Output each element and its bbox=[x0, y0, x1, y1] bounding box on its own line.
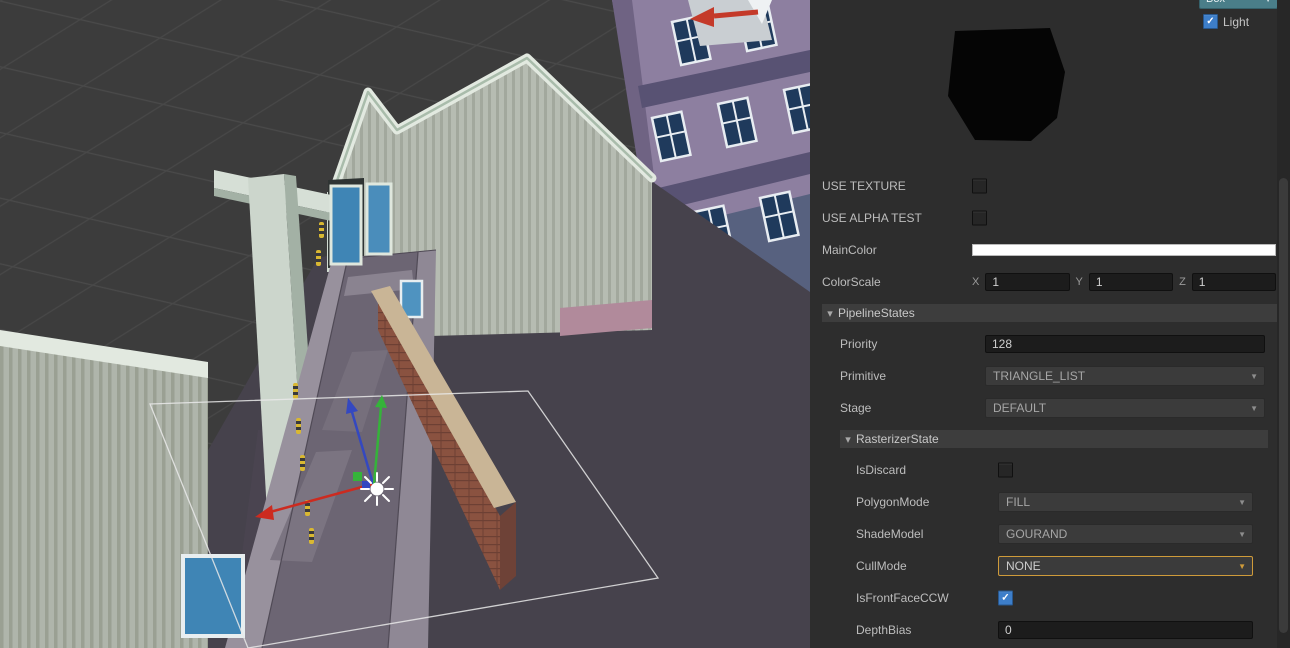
row-polygon-mode: PolygonMode FILL ▼ bbox=[810, 486, 1277, 518]
row-priority: Priority bbox=[810, 328, 1277, 360]
rooftop-gizmo bbox=[688, 0, 772, 46]
scrollbar-thumb[interactable] bbox=[1279, 178, 1288, 633]
color-scale-x-input[interactable] bbox=[985, 273, 1070, 291]
warehouse-door-right bbox=[365, 182, 393, 256]
primitive-dropdown[interactable]: TRIANGLE_LIST ▼ bbox=[985, 366, 1265, 386]
chevron-down-icon: ▼ bbox=[1238, 561, 1246, 571]
material-preview bbox=[948, 28, 1065, 141]
row-cull-mode: CullMode NONE ▼ bbox=[810, 550, 1277, 582]
check-icon: ✓ bbox=[1206, 15, 1215, 27]
row-is-discard: IsDiscard bbox=[810, 454, 1277, 486]
primitive-value: TRIANGLE_LIST bbox=[993, 369, 1086, 383]
light-label: Light bbox=[1223, 14, 1250, 29]
cull-mode-dropdown[interactable]: NONE ▼ bbox=[998, 556, 1253, 576]
chevron-down-icon: ▼ bbox=[1264, 0, 1272, 4]
chevron-down-icon: ▼ bbox=[1238, 497, 1246, 507]
light-gizmo[interactable] bbox=[360, 472, 394, 506]
section-rasterizer-state[interactable]: ▾ RasterizerState bbox=[840, 430, 1268, 448]
row-color-scale: ColorScale X Y Z bbox=[810, 266, 1277, 298]
row-stage: Stage DEFAULT ▼ bbox=[810, 392, 1277, 424]
light-checkbox[interactable]: ✓ bbox=[1203, 14, 1218, 29]
z-axis-label: Z bbox=[1179, 276, 1186, 288]
3d-viewport[interactable] bbox=[0, 0, 810, 648]
row-use-texture: USE TEXTURE bbox=[810, 170, 1277, 202]
is-front-face-ccw-checkbox[interactable]: ✓ bbox=[998, 590, 1013, 606]
color-scale-z-input[interactable] bbox=[1191, 273, 1276, 291]
is-discard-checkbox[interactable] bbox=[998, 462, 1013, 478]
building-left-wall bbox=[0, 330, 208, 648]
chevron-down-icon: ▼ bbox=[1250, 371, 1258, 381]
use-alpha-test-checkbox[interactable] bbox=[972, 210, 987, 226]
collapse-arrow-icon: ▾ bbox=[827, 307, 833, 320]
warehouse-door-left bbox=[329, 184, 363, 266]
left-wall-door bbox=[181, 554, 245, 638]
polygon-mode-value: FILL bbox=[1006, 495, 1031, 509]
priority-input[interactable] bbox=[985, 335, 1265, 353]
color-scale-label: ColorScale bbox=[822, 275, 881, 289]
main-color-swatch[interactable] bbox=[972, 244, 1276, 256]
cull-mode-value: NONE bbox=[1006, 559, 1041, 573]
is-discard-label: IsDiscard bbox=[856, 463, 907, 477]
inspector-scrollbar[interactable] bbox=[1277, 0, 1290, 648]
light-toggle: ✓ Light bbox=[1203, 14, 1249, 29]
inspector-panel: Box ▼ ✓ Light USE TEXTURE USE ALPHA TEST… bbox=[810, 0, 1290, 648]
mesh-type-value: Box bbox=[1206, 0, 1225, 5]
mesh-type-dropdown[interactable]: Box ▼ bbox=[1199, 0, 1278, 9]
primitive-label: Primitive bbox=[840, 369, 887, 383]
check-icon: ✓ bbox=[1001, 592, 1010, 603]
cull-mode-label: CullMode bbox=[856, 559, 907, 573]
use-texture-checkbox[interactable] bbox=[972, 178, 987, 194]
y-axis-label: Y bbox=[1075, 276, 1083, 288]
editor-window: Box ▼ ✓ Light USE TEXTURE USE ALPHA TEST… bbox=[0, 0, 1290, 648]
main-color-label: MainColor bbox=[822, 243, 877, 257]
polygon-mode-dropdown[interactable]: FILL ▼ bbox=[998, 492, 1253, 512]
row-is-front-face-ccw: IsFrontFaceCCW ✓ bbox=[810, 582, 1277, 614]
polygon-mode-label: PolygonMode bbox=[856, 495, 930, 509]
pipeline-states-title: PipelineStates bbox=[838, 306, 915, 320]
stage-value: DEFAULT bbox=[993, 401, 1047, 415]
is-front-face-ccw-label: IsFrontFaceCCW bbox=[856, 591, 949, 605]
shade-model-label: ShadeModel bbox=[856, 527, 924, 541]
color-scale-y-input[interactable] bbox=[1088, 273, 1174, 291]
stage-label: Stage bbox=[840, 401, 872, 415]
rasterizer-state-title: RasterizerState bbox=[856, 432, 939, 446]
chevron-down-icon: ▼ bbox=[1250, 403, 1258, 413]
scene-canvas bbox=[0, 0, 810, 648]
chevron-down-icon: ▼ bbox=[1238, 529, 1246, 539]
section-pipeline-states[interactable]: ▾ PipelineStates bbox=[822, 304, 1277, 322]
use-alpha-test-label: USE ALPHA TEST bbox=[822, 211, 922, 225]
row-primitive: Primitive TRIANGLE_LIST ▼ bbox=[810, 360, 1277, 392]
collapse-arrow-icon: ▾ bbox=[845, 433, 851, 446]
row-main-color: MainColor bbox=[810, 234, 1277, 266]
row-use-alpha-test: USE ALPHA TEST bbox=[810, 202, 1277, 234]
priority-label: Priority bbox=[840, 337, 878, 351]
x-axis-label: X bbox=[972, 276, 980, 288]
stage-dropdown[interactable]: DEFAULT ▼ bbox=[985, 398, 1265, 418]
depth-bias-input[interactable] bbox=[998, 621, 1253, 639]
use-texture-label: USE TEXTURE bbox=[822, 179, 906, 193]
row-shade-model: ShadeModel GOURAND ▼ bbox=[810, 518, 1277, 550]
depth-bias-label: DepthBias bbox=[856, 623, 912, 637]
shade-model-dropdown[interactable]: GOURAND ▼ bbox=[998, 524, 1253, 544]
row-depth-bias: DepthBias bbox=[810, 614, 1277, 646]
shade-model-value: GOURAND bbox=[1006, 527, 1068, 541]
property-rows: USE TEXTURE USE ALPHA TEST MainColor Col… bbox=[810, 170, 1277, 646]
